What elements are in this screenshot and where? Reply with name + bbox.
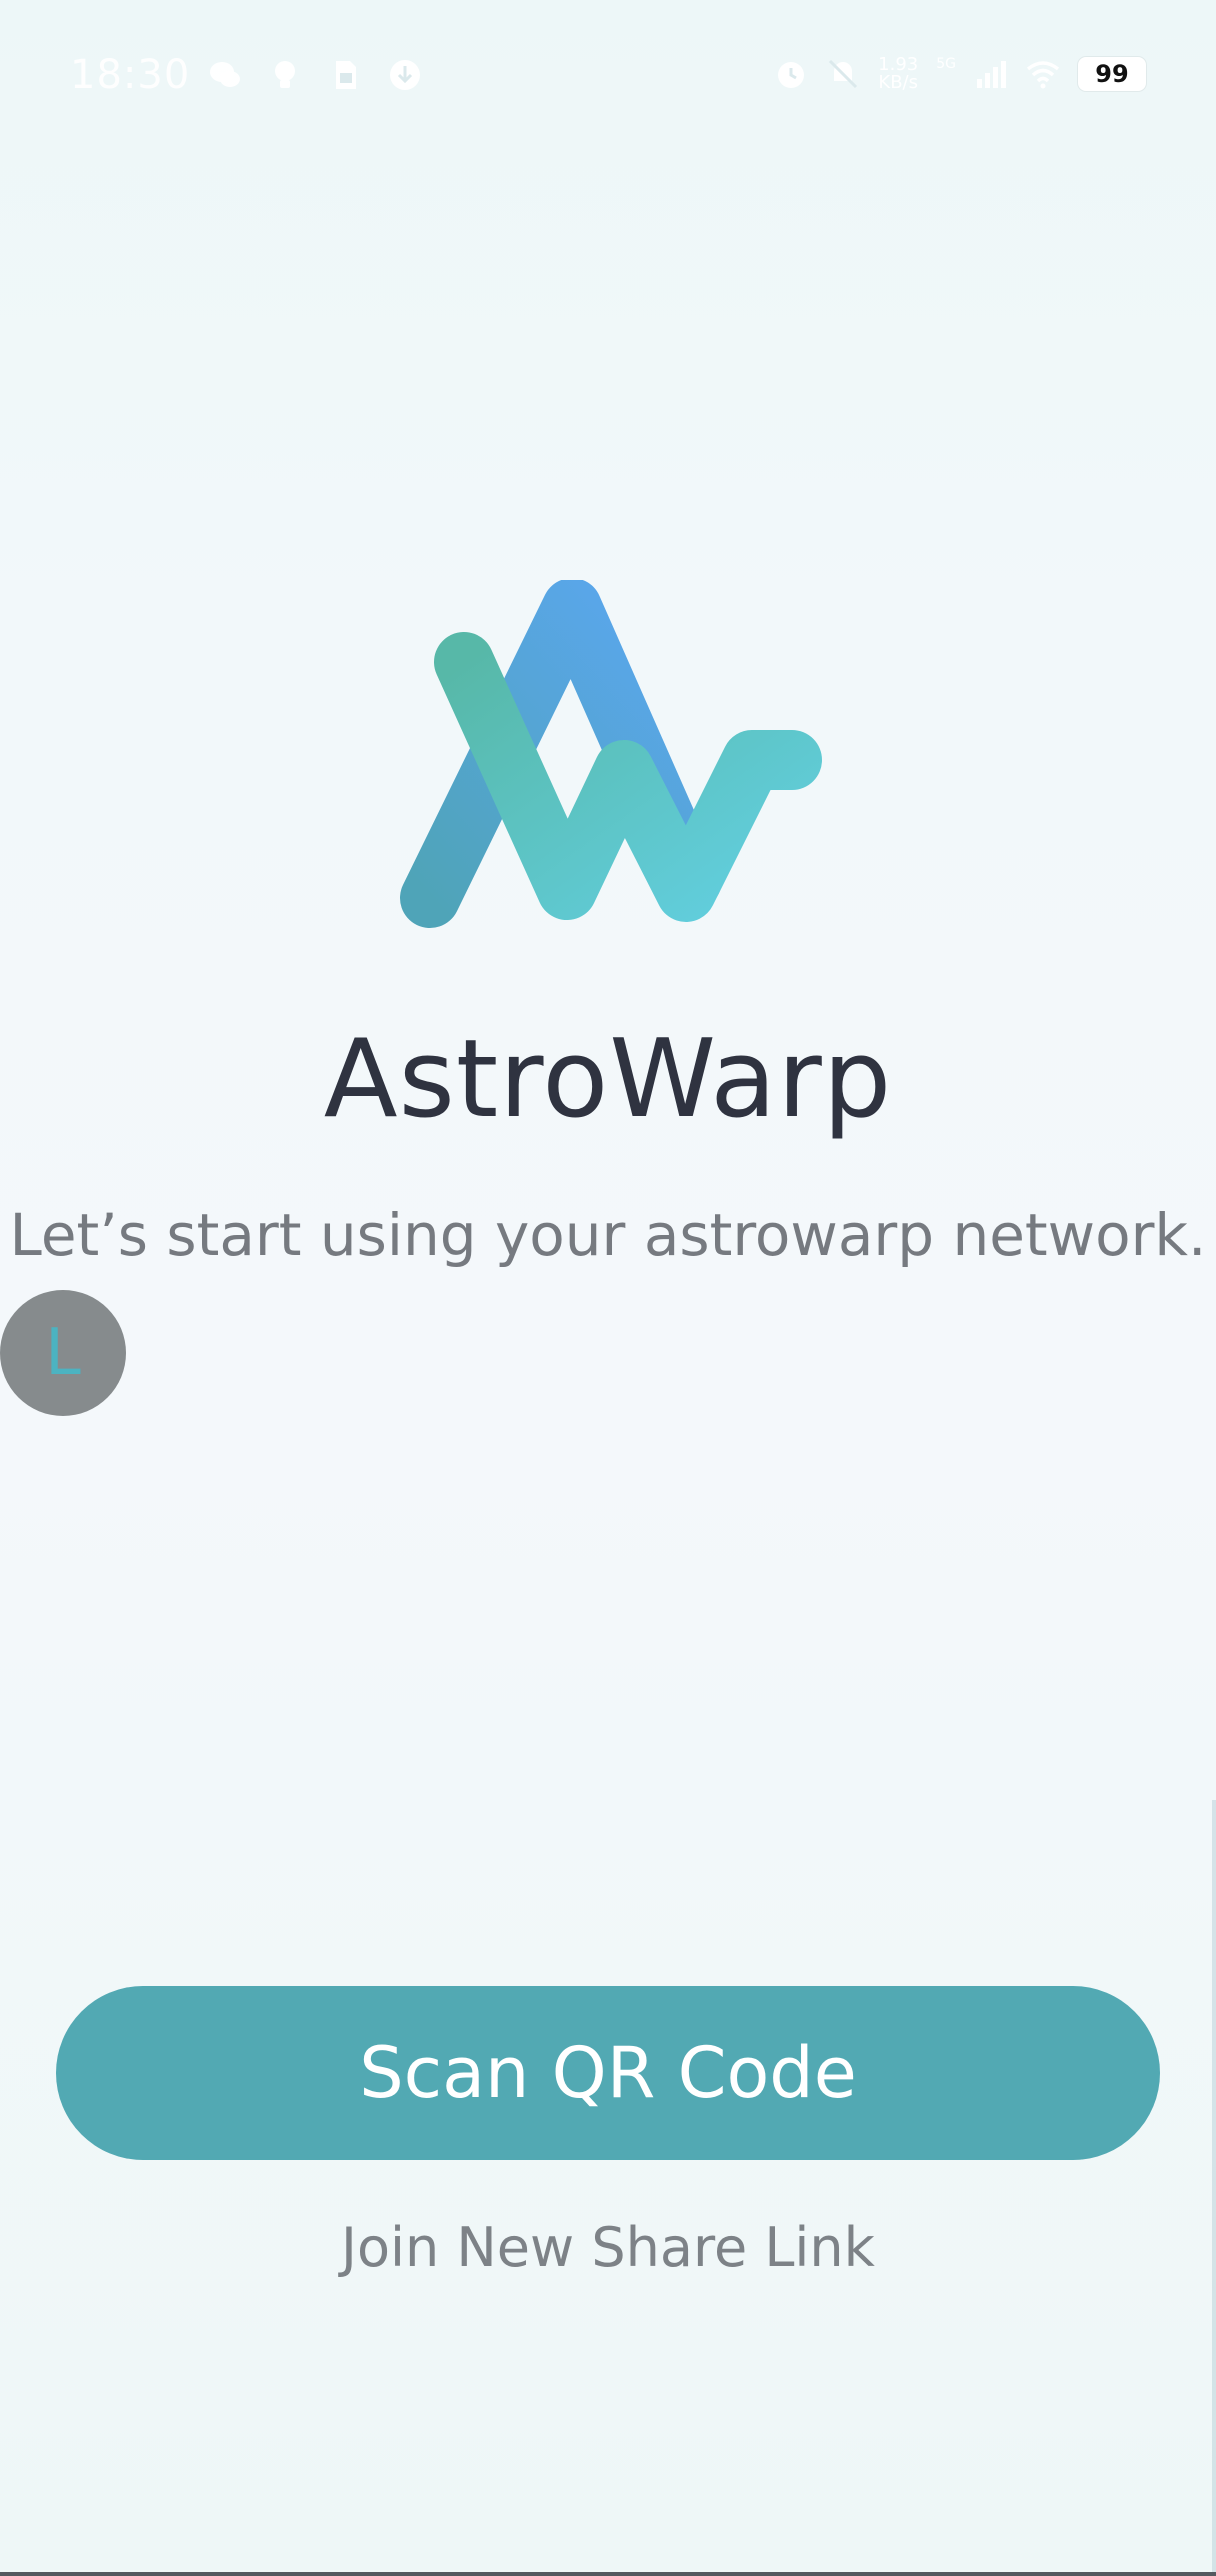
status-time: 18:30 <box>70 52 191 98</box>
speed-unit: KB/s <box>878 72 918 93</box>
app-title: AstroWarp <box>323 1017 893 1142</box>
status-right-icons: 1.93 KB/s 5G 99 <box>774 56 1146 92</box>
floating-assistant-bubble[interactable]: L <box>0 1290 126 1416</box>
download-icon <box>390 60 420 90</box>
status-bar: 18:30 1.93 KB/s 5G 99 <box>0 0 1216 160</box>
mute-icon <box>829 59 858 89</box>
app-subtitle: Let’s start using your astrowarp network… <box>9 1201 1207 1269</box>
scan-qr-code-button[interactable]: Scan QR Code <box>56 1986 1160 2160</box>
signal-icon <box>977 61 1006 88</box>
wifi-icon <box>1026 61 1060 89</box>
bubble-letter: L <box>45 1316 81 1390</box>
alarm-icon <box>778 62 805 88</box>
network-speed: 1.93 KB/s <box>878 56 918 92</box>
lightbulb-icon <box>275 61 295 88</box>
status-left-icons <box>208 58 422 92</box>
edge-highlight <box>1212 1800 1216 2576</box>
sim-card-icon <box>336 61 356 89</box>
join-share-link[interactable]: Join New Share Link <box>0 2212 1216 2284</box>
wechat-icon <box>210 62 240 87</box>
bottom-edge-line <box>0 2572 1216 2576</box>
network-type: 5G <box>936 56 956 72</box>
astrowarp-logo-icon <box>400 580 822 928</box>
battery-indicator: 99 <box>1078 57 1146 91</box>
